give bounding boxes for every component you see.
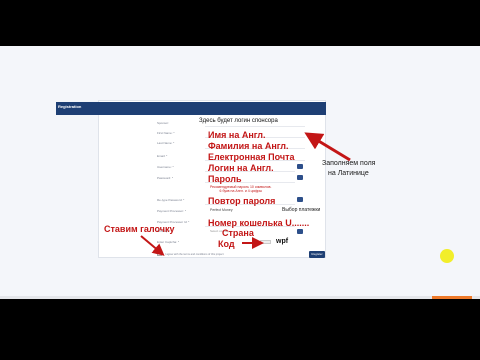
- retype-check-icon[interactable]: [297, 197, 303, 202]
- annotation-processor: Выбор платежки: [282, 207, 321, 213]
- annotation-fill-latin-1: Заполняем поля: [322, 160, 376, 167]
- terms-checkbox[interactable]: [157, 252, 162, 256]
- annotation-checkbox: Ставим галочку: [104, 224, 175, 234]
- first-name-label: First Name: *: [157, 131, 175, 135]
- video-progress-bar: [0, 296, 480, 299]
- mouse-cursor-highlight: [440, 249, 454, 263]
- terms-text: I agree with the terms and conditions of…: [165, 253, 224, 256]
- form-header: Registration: [56, 102, 326, 115]
- email-label: Email: *: [157, 154, 168, 158]
- captcha-input[interactable]: [260, 240, 271, 244]
- country-dropdown-icon[interactable]: [297, 229, 303, 234]
- annotation-last-name: Фамилия на Англ.: [208, 141, 289, 151]
- annotation-sponsor: Здесь будет логин спонсора: [199, 118, 278, 124]
- captcha-code: wpf: [276, 238, 289, 245]
- password-hint-line-2: 6 букв на Англ. и 4 цифры: [219, 189, 262, 193]
- captcha-label: Enter Captcha: *: [157, 240, 180, 244]
- sponsor-input[interactable]: [205, 126, 305, 127]
- last-name-label: Last Name: *: [157, 141, 175, 145]
- annotation-password-hint: Рекомендуемый пароль 10 символов. 6 букв…: [210, 185, 272, 193]
- sponsor-label: Sponsor:: [157, 121, 170, 125]
- annotation-repeat-password: Повтор пароля: [208, 196, 276, 206]
- annotation-wallet: Номер кошелька U.......: [208, 218, 310, 228]
- annotation-login: Логин на Англ.: [208, 163, 274, 173]
- annotation-email: Електронная Почта: [208, 152, 295, 162]
- username-label: Username: *: [157, 165, 174, 169]
- retype-password-label: Re-type Password: *: [157, 198, 185, 202]
- annotation-country: Страна: [222, 228, 254, 238]
- annotation-fill-latin-2: на Латинице: [328, 170, 369, 177]
- annotation-password: Пароль: [208, 174, 242, 184]
- form-header-title: Registration: [58, 104, 82, 109]
- annotation-first-name: Имя на Англ.: [208, 130, 266, 140]
- password-label: Password: *: [157, 176, 174, 180]
- payment-processor-label: Payment Processor: *: [157, 209, 187, 213]
- username-check-icon[interactable]: [297, 164, 303, 169]
- progress-fill: [432, 296, 472, 299]
- annotation-code: Код: [218, 239, 235, 249]
- register-button[interactable]: Register: [309, 251, 325, 258]
- password-generate-icon[interactable]: [297, 175, 303, 180]
- payment-processor-select[interactable]: Perfect Money: [210, 208, 233, 212]
